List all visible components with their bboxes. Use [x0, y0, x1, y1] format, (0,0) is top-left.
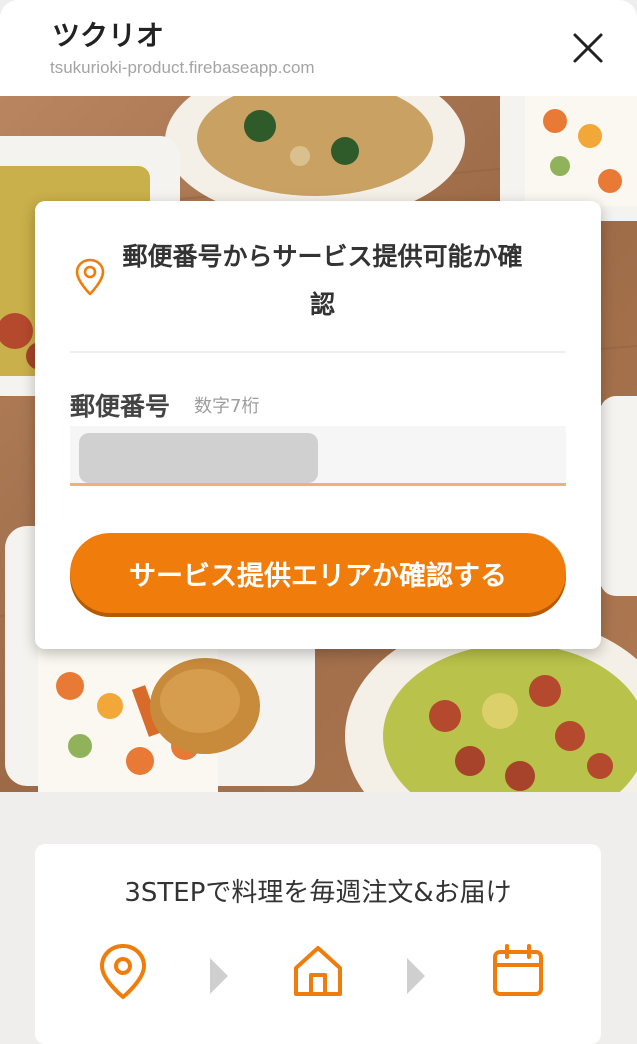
app-title: ツクリオ [52, 19, 165, 52]
postal-check-card: 郵便番号からサービス提供可能か確認 郵便番号 数字7桁 サービス提供エリアか確認… [35, 201, 601, 649]
location-pin-icon [75, 258, 105, 296]
postal-code-label: 郵便番号 [70, 392, 171, 421]
divider [70, 351, 566, 353]
home-icon [294, 946, 342, 996]
arrow-right-icon [407, 958, 425, 994]
steps-title: 3STEPで料理を毎週注文&お届け [124, 878, 512, 908]
close-icon [573, 33, 603, 63]
steps-card: 3STEPで料理を毎週注文&お届け [35, 844, 601, 1044]
app-url: tsukurioki-product.firebaseapp.com [50, 58, 315, 77]
card-title: 郵便番号からサービス提供可能か確認 [122, 242, 523, 319]
close-button[interactable] [566, 26, 610, 70]
check-area-button[interactable]: サービス提供エリアか確認する [70, 533, 566, 613]
arrow-right-icon [210, 958, 228, 994]
location-pin-icon [100, 944, 146, 999]
app-header: ツクリオ tsukurioki-product.firebaseapp.com [0, 0, 637, 96]
redacted-value [79, 433, 318, 483]
calendar-icon [493, 944, 543, 996]
postal-code-hint: 数字7桁 [194, 396, 260, 417]
